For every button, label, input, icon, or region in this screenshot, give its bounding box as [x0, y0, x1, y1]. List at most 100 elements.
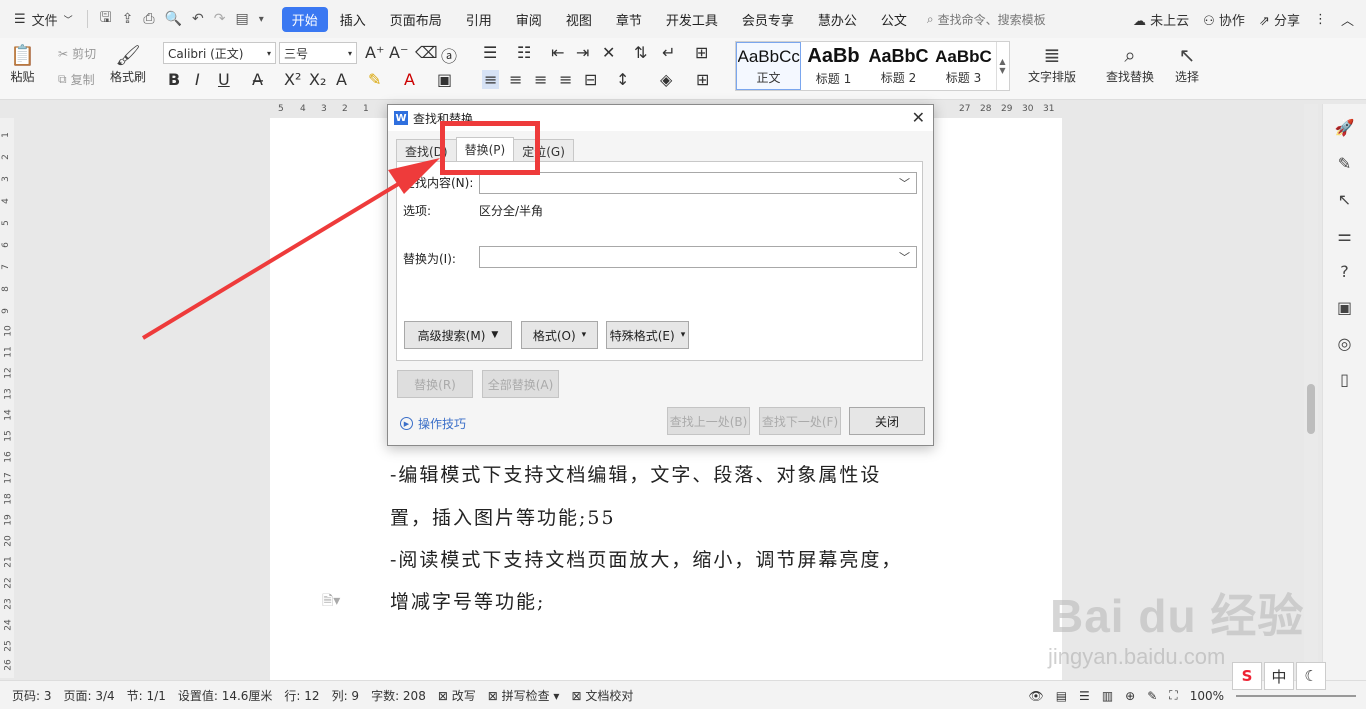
- italic-icon[interactable]: I: [195, 70, 200, 89]
- style-normal[interactable]: AaBbCcI 正文: [736, 42, 801, 90]
- write-view-icon[interactable]: ✎: [1147, 689, 1157, 703]
- file-menu[interactable]: ☰ 文件 ﹀: [0, 0, 83, 38]
- style-heading-3[interactable]: AaBbC 标题 3: [931, 42, 996, 90]
- clear-format-icon[interactable]: ⌫: [415, 43, 438, 62]
- show-marks-icon[interactable]: ↵: [662, 43, 675, 62]
- zoom-level[interactable]: 100%: [1190, 689, 1224, 703]
- sort-icon[interactable]: ⇅: [634, 43, 647, 62]
- redo-icon[interactable]: ↷: [214, 11, 226, 27]
- status-col[interactable]: 列: 9: [332, 687, 360, 704]
- align-left-icon[interactable]: ≡: [482, 70, 500, 89]
- select-button[interactable]: ↖ 选择: [1175, 42, 1199, 85]
- style-heading-2[interactable]: AaBbC 标题 2: [866, 42, 931, 90]
- distribute-icon[interactable]: ⊟: [584, 70, 597, 89]
- paragraph-menu-icon[interactable]: 🗎▾: [322, 590, 340, 614]
- status-pages[interactable]: 页面: 3/4: [64, 687, 115, 704]
- paste-button[interactable]: 📋 粘贴: [10, 42, 35, 85]
- justify-icon[interactable]: ≡: [559, 70, 572, 89]
- shrink-font-icon[interactable]: A⁻: [389, 43, 408, 62]
- find-next-button[interactable]: 查找下一处(F): [759, 407, 841, 435]
- more-options-icon[interactable]: ⋮: [1314, 12, 1327, 27]
- command-search[interactable]: ⌕ 查找命令、搜索模板: [927, 11, 1046, 28]
- outline-view-icon[interactable]: ☰: [1079, 689, 1090, 703]
- font-color-icon[interactable]: A: [404, 70, 415, 89]
- tab-references[interactable]: 引用: [454, 7, 504, 32]
- underline-icon[interactable]: U: [218, 70, 230, 89]
- find-previous-button[interactable]: 查找上一处(B): [667, 407, 750, 435]
- font-name-select[interactable]: Calibri (正文) ▾: [163, 42, 276, 64]
- book-icon[interactable]: ▯: [1340, 370, 1349, 392]
- chevron-down-icon[interactable]: ﹀: [899, 175, 910, 191]
- scroll-thumb[interactable]: [1307, 384, 1315, 434]
- close-icon[interactable]: ✕: [912, 108, 925, 127]
- superscript-icon[interactable]: X²: [284, 70, 301, 89]
- export-icon[interactable]: ⇪: [122, 11, 134, 27]
- highlight-icon[interactable]: ✎: [368, 70, 381, 89]
- tab-developer[interactable]: 开发工具: [654, 7, 730, 32]
- replace-button[interactable]: 替换(R): [397, 370, 473, 398]
- table-icon[interactable]: ⊞: [695, 43, 708, 62]
- sliders-icon[interactable]: ⚌: [1337, 226, 1351, 248]
- document-line[interactable]: 置，插入图片等功能;55: [390, 503, 616, 530]
- collapse-ribbon-icon[interactable]: ︿: [1341, 10, 1354, 29]
- bullet-list-icon[interactable]: ☰: [483, 43, 497, 62]
- status-row[interactable]: 行: 12: [284, 687, 319, 704]
- share-button[interactable]: ⇗ 分享: [1259, 10, 1300, 29]
- tab-smart-office[interactable]: 慧办公: [806, 7, 869, 32]
- pen-icon[interactable]: ✎: [1338, 154, 1351, 176]
- chevron-down-icon[interactable]: ﹀: [899, 249, 910, 265]
- format-painter-button[interactable]: 🖌 格式刷: [110, 42, 146, 85]
- proof-toggle[interactable]: ⊠ 文档校对: [571, 687, 633, 704]
- status-words[interactable]: 字数: 208: [371, 687, 426, 704]
- help-icon[interactable]: ?: [1340, 262, 1349, 284]
- tips-link[interactable]: ▶ 操作技巧: [400, 415, 466, 432]
- undo-icon[interactable]: ↶: [192, 11, 204, 27]
- line-spacing-icon[interactable]: ↕: [616, 70, 629, 89]
- align-right-icon[interactable]: ≡: [534, 70, 547, 89]
- align-center-icon[interactable]: ≡: [509, 70, 522, 89]
- tab-member[interactable]: 会员专享: [730, 7, 806, 32]
- moon-icon[interactable]: ☾: [1296, 662, 1326, 690]
- status-setting[interactable]: 设置值: 14.6厘米: [178, 687, 273, 704]
- font-size-select[interactable]: 三号 ▾: [279, 42, 357, 64]
- reading-view-icon[interactable]: ▥: [1102, 689, 1113, 703]
- bold-icon[interactable]: B: [168, 70, 180, 89]
- replace-input[interactable]: ﹀: [479, 246, 917, 268]
- subscript-icon[interactable]: X₂: [309, 70, 326, 89]
- rocket-icon[interactable]: 🚀: [1335, 118, 1355, 140]
- eye-icon[interactable]: 👁: [1028, 689, 1043, 703]
- style-heading-1[interactable]: AaBb 标题 1: [801, 42, 866, 90]
- decrease-indent-icon[interactable]: ⇤: [551, 43, 564, 62]
- spell-check-toggle[interactable]: ⊠ 拼写检查 ▾: [488, 687, 560, 704]
- sogou-icon[interactable]: S: [1232, 662, 1262, 690]
- gallery-scroll[interactable]: ▲ ▼: [996, 42, 1008, 90]
- tab-insert[interactable]: 插入: [328, 7, 378, 32]
- format-button[interactable]: 格式(O) ▾: [521, 321, 598, 349]
- text-effect-icon[interactable]: A: [336, 70, 347, 89]
- vertical-scrollbar[interactable]: [1304, 104, 1318, 680]
- revise-toggle[interactable]: ⊠ 改写: [438, 687, 476, 704]
- char-border-icon[interactable]: ▣: [437, 70, 452, 89]
- strikethrough-icon[interactable]: A̶: [252, 70, 263, 89]
- replace-all-button[interactable]: 全部替换(A): [482, 370, 559, 398]
- numbered-list-icon[interactable]: ☷: [517, 43, 531, 62]
- tab-view[interactable]: 视图: [554, 7, 604, 32]
- phonetic-icon[interactable]: ⓐ: [441, 43, 457, 67]
- ime-mode[interactable]: 中: [1264, 662, 1294, 690]
- chinese-layout-icon[interactable]: ✕: [602, 43, 615, 62]
- find-replace-button[interactable]: ⌕ 查找替换: [1106, 42, 1154, 85]
- increase-indent-icon[interactable]: ⇥: [576, 43, 589, 62]
- cloud-button[interactable]: ☁ 未上云: [1133, 10, 1189, 29]
- web-view-icon[interactable]: ⊕: [1125, 689, 1135, 703]
- grow-font-icon[interactable]: A⁺: [365, 43, 384, 62]
- status-page-no[interactable]: 页码: 3: [12, 687, 52, 704]
- advanced-search-button[interactable]: 高级搜索(M) ▼: [404, 321, 512, 349]
- more-icon[interactable]: ▾: [259, 14, 264, 25]
- tab-home[interactable]: 开始: [281, 6, 328, 32]
- special-format-button[interactable]: 特殊格式(E) ▾: [606, 321, 689, 349]
- close-button[interactable]: 关闭: [849, 407, 925, 435]
- borders-icon[interactable]: ⊞: [696, 70, 709, 89]
- tab-official[interactable]: 公文: [869, 7, 919, 32]
- image-icon[interactable]: ▣: [1337, 298, 1352, 320]
- print-preview-icon[interactable]: 🔍: [165, 11, 182, 27]
